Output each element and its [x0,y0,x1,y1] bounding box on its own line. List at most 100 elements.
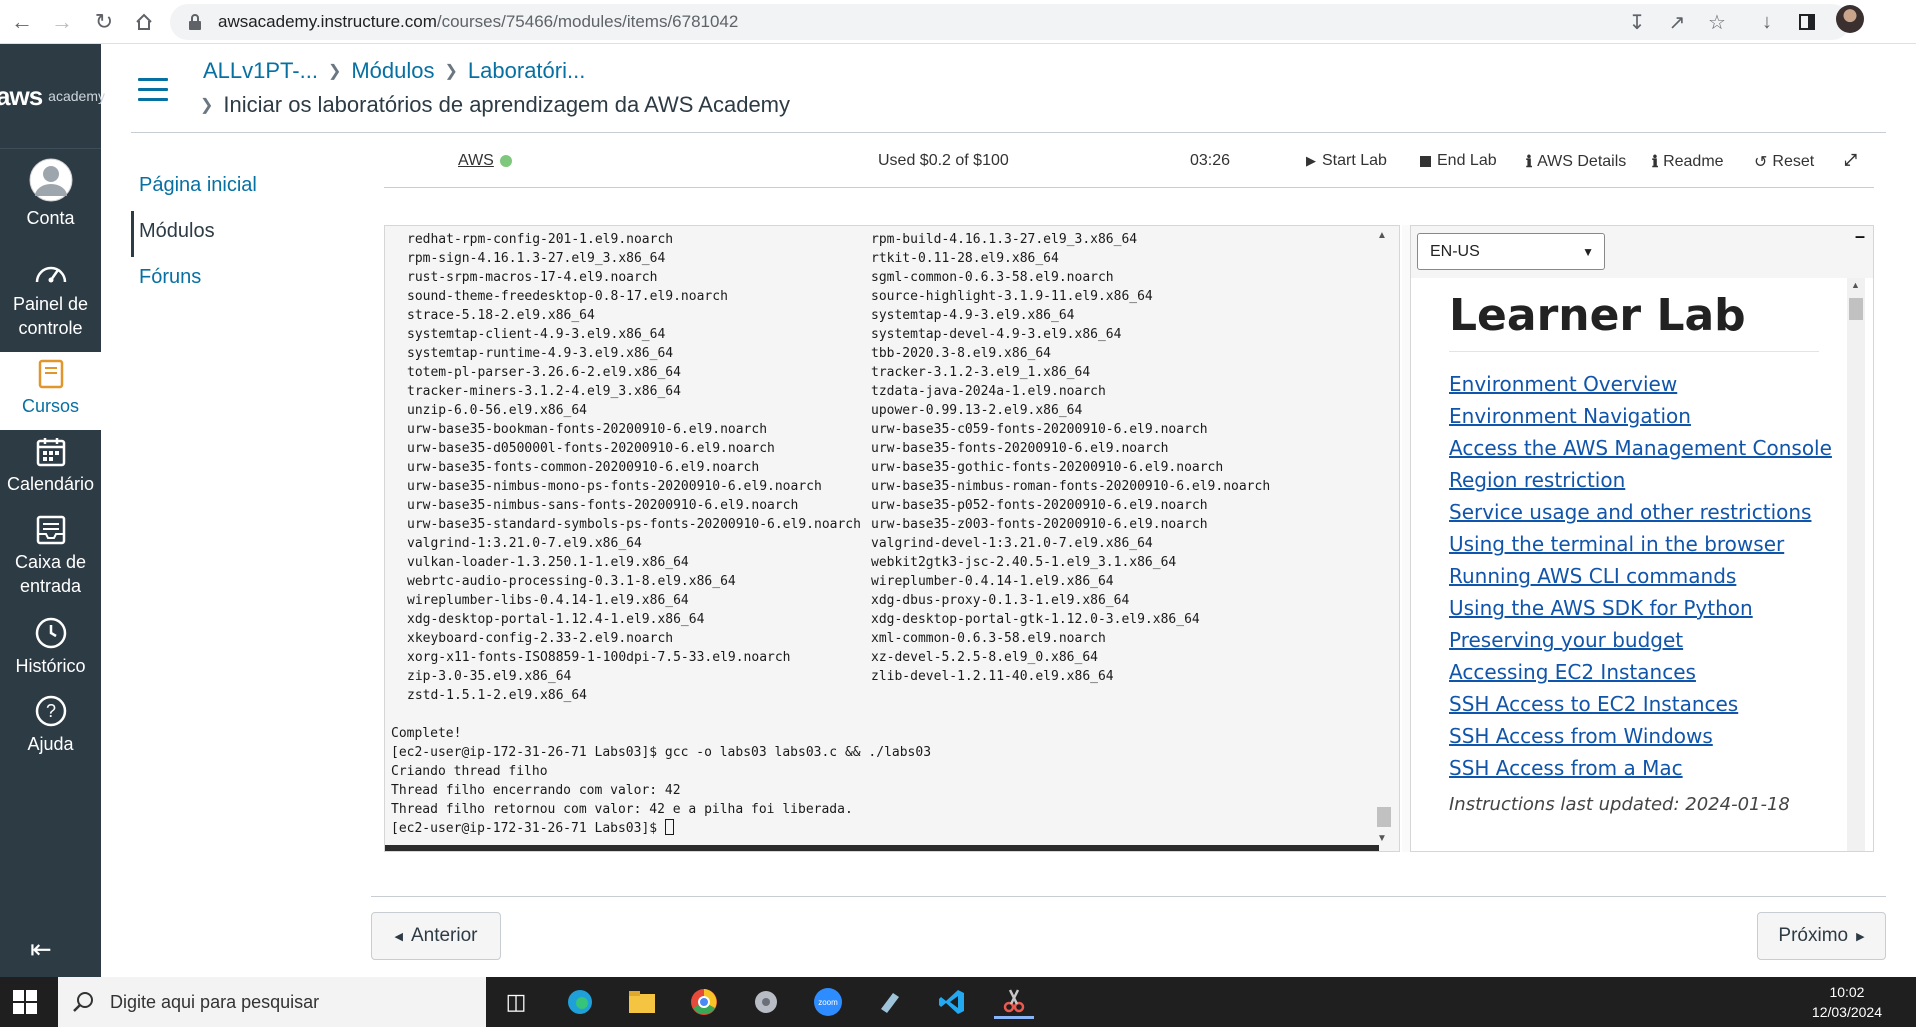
terminal-package: wireplumber-0.4.14-1.el9.x86_64 [871,574,1114,589]
zoom-icon[interactable]: zoom [808,985,848,1019]
global-nav-history[interactable]: Histórico [0,610,101,688]
previous-button[interactable]: ◀ Anterior [371,912,501,960]
profile-avatar[interactable] [1836,5,1864,33]
readme-button[interactable]: ℹ Readme [1652,152,1724,172]
breadcrumb-modules[interactable]: Módulos [351,58,434,84]
app-disc-icon[interactable] [746,985,786,1019]
start-lab-button[interactable]: ▶ Start Lab [1306,152,1387,170]
terminal-package-row: systemtap-client-4.9-3.el9.x86_64 systemt… [391,325,1371,344]
scroll-up-icon[interactable]: ▲ [1377,230,1387,241]
aws-status[interactable]: AWS [458,152,512,170]
bookmark-star-icon[interactable]: ☆ [1702,6,1732,38]
scroll-down-icon[interactable]: ▼ [1377,833,1387,844]
readme-link[interactable]: Accessing EC2 Instances [1449,658,1819,690]
terminal-package: xml-common-0.6.3-58.el9.noarch [871,631,1106,646]
vscode-icon[interactable] [932,985,972,1019]
install-app-icon[interactable]: ↧ [1622,6,1652,38]
download-icon[interactable]: ↓ [1752,6,1782,38]
share-icon[interactable]: ↗ [1662,6,1692,38]
global-nav-account[interactable]: Conta [0,158,101,234]
global-nav-dashboard[interactable]: Painel de controle [0,252,101,352]
reset-button[interactable]: ↺ Reset [1754,152,1814,172]
next-button[interactable]: Próximo ▶ [1757,912,1886,960]
terminal-window[interactable]: redhat-rpm-config-201-1.el9.noarch rpm-bu… [384,225,1400,852]
readme-link[interactable]: Environment Overview [1449,370,1819,402]
terminal-package-row: rust-srpm-macros-17-4.el9.noarch sgml-com… [391,268,1371,287]
clock-date: 12/03/2024 [1811,1004,1882,1020]
pane-splitter[interactable] [1402,225,1410,852]
terminal-package: urw-base35-nimbus-mono-ps-fonts-20200910… [407,479,822,494]
global-nav-inbox-label: Caixa de entrada [14,552,87,596]
notes-app-icon[interactable] [870,985,910,1019]
readme-link[interactable]: SSH Access from a Mac [1449,754,1819,786]
breadcrumb-labs[interactable]: Laboratóri... [468,58,585,84]
course-menu-toggle[interactable] [138,78,168,102]
lab-toolbar: AWS Used $0.2 of $100 03:26 ▶ Start Lab E… [384,144,1874,188]
reload-icon[interactable]: ↻ [88,6,120,38]
aws-academy-logo[interactable]: aws academy [0,44,105,149]
chrome-icon[interactable] [684,985,724,1019]
minimize-icon[interactable]: – [1855,226,1865,247]
course-nav-modules[interactable]: Módulos [139,220,215,243]
file-explorer-icon[interactable] [622,985,662,1019]
back-arrow-icon[interactable]: ← [6,6,38,38]
readme-link[interactable]: Using the AWS SDK for Python [1449,594,1819,626]
search-icon [73,992,93,1012]
caret-left-icon: ◀ [394,930,403,943]
language-select[interactable]: EN-US ▼ [1417,233,1605,270]
terminal-package: xkeyboard-config-2.33-2.el9.noarch [407,631,674,646]
readme-link[interactable]: Access the AWS Management Console [1449,434,1832,466]
terminal-package: xdg-dbus-proxy-0.1.3-1.el9.x86_64 [871,593,1130,608]
forward-arrow-icon[interactable]: → [46,6,78,38]
terminal-package: urw-base35-p052-fonts-20200910-6.el9.noa… [871,498,1208,513]
address-bar[interactable]: awsacademy.instructure.com/courses/75466… [170,4,1850,40]
collapse-nav-icon[interactable]: ⇤ [30,934,52,965]
readme-link[interactable]: Region restriction [1449,466,1819,498]
fullscreen-icon[interactable]: ⤢ [1844,152,1857,170]
svg-text:?: ? [45,701,55,721]
course-nav-forums[interactable]: Fóruns [139,266,201,289]
global-nav-help[interactable]: ? Ajuda [0,688,101,766]
course-nav-home[interactable]: Página inicial [139,174,257,197]
windows-start-icon[interactable] [12,989,38,1015]
terminal-package-row: xorg-x11-fonts-ISO8859-1-100dpi-7.5-33.e… [391,648,1371,667]
terminal-package [871,686,1371,705]
global-nav-calendar[interactable]: Calendário [0,430,101,508]
terminal-package: strace-5.18-2.el9.x86_64 [407,308,595,323]
readme-link[interactable]: SSH Access to EC2 Instances [1449,690,1819,722]
readme-link[interactable]: Running AWS CLI commands [1449,562,1819,594]
terminal-prompt-line[interactable]: [ec2-user@ip-172-31-26-71 Labs03]$ [391,819,1371,838]
global-nav-inbox[interactable]: Caixa de entrada [0,508,101,610]
scrollbar-thumb[interactable] [1377,807,1391,827]
edge-browser-icon[interactable] [560,985,600,1019]
scrollbar-thumb[interactable] [1849,298,1863,320]
next-label: Próximo [1778,925,1849,946]
breadcrumb-course[interactable]: ALLv1PT-... [203,58,318,84]
home-icon[interactable] [128,6,160,38]
terminal-scrollbar[interactable]: ▲ ▼ [1373,230,1395,845]
readme-scrollbar[interactable]: ▲ [1847,278,1865,851]
readme-link[interactable]: Using the terminal in the browser [1449,530,1819,562]
scroll-up-icon[interactable]: ▲ [1851,280,1860,290]
system-clock[interactable]: 10:02 12/03/2024 [1812,982,1882,1022]
global-nav-courses[interactable]: Cursos [0,352,101,430]
snipping-tool-icon[interactable] [994,985,1034,1019]
end-lab-label: End Lab [1437,152,1497,169]
reset-icon: ↺ [1754,154,1768,171]
terminal-package: zip-3.0-35.el9.x86_64 [407,669,572,684]
terminal-package: sgml-common-0.6.3-58.el9.noarch [871,270,1114,285]
terminal-package-row: sound-theme-freedesktop-0.8-17.el9.noarc… [391,287,1371,306]
aws-details-button[interactable]: ℹ AWS Details [1526,152,1626,172]
terminal-package: wireplumber-libs-0.4.14-1.el9.x86_64 [407,593,689,608]
terminal-package: systemtap-4.9-3.el9.x86_64 [871,308,1075,323]
taskbar-search[interactable]: Digite aqui para pesquisar [58,977,486,1027]
terminal-package-row: redhat-rpm-config-201-1.el9.noarch rpm-bu… [391,230,1371,249]
readme-link[interactable]: Preserving your budget [1449,626,1819,658]
side-panel-icon[interactable] [1792,6,1822,38]
task-view-icon[interactable]: ◫ [496,985,536,1019]
end-lab-button[interactable]: End Lab [1420,152,1497,170]
readme-link[interactable]: SSH Access from Windows [1449,722,1819,754]
readme-link[interactable]: Environment Navigation [1449,402,1819,434]
readme-link[interactable]: Service usage and other restrictions [1449,498,1819,530]
